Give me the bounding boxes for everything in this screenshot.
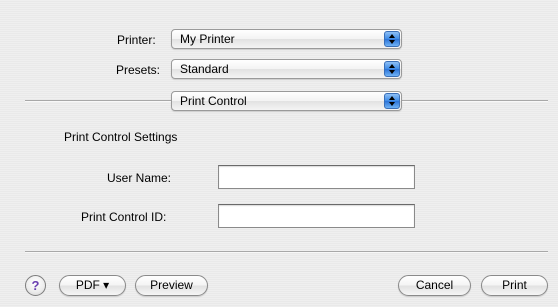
up-down-arrows-icon (384, 93, 400, 109)
help-icon: ? (31, 278, 40, 293)
up-down-arrows-icon (384, 31, 400, 47)
print-button[interactable]: Print (481, 275, 548, 296)
printer-popup[interactable]: My Printer (171, 29, 402, 49)
up-down-arrows-icon (384, 61, 400, 77)
printer-label: Printer: (117, 33, 156, 47)
cancel-button[interactable]: Cancel (398, 275, 471, 296)
presets-value: Standard (180, 62, 229, 76)
printer-value: My Printer (180, 32, 235, 46)
print-control-id-label: Print Control ID: (81, 210, 167, 224)
panel-popup[interactable]: Print Control (171, 91, 402, 111)
help-button[interactable]: ? (25, 275, 46, 296)
presets-label: Presets: (116, 63, 161, 77)
panel-value: Print Control (180, 94, 247, 108)
pdf-button[interactable]: PDF ▾ (59, 275, 126, 296)
preview-button[interactable]: Preview (135, 275, 208, 296)
panel-separator-left (25, 100, 171, 102)
print-control-id-field[interactable] (218, 204, 415, 228)
panel-separator-right (402, 100, 548, 102)
user-name-label: User Name: (107, 171, 172, 185)
section-title: Print Control Settings (64, 130, 178, 144)
bottom-separator (25, 251, 548, 253)
user-name-field[interactable] (218, 165, 415, 189)
presets-popup[interactable]: Standard (171, 59, 402, 79)
